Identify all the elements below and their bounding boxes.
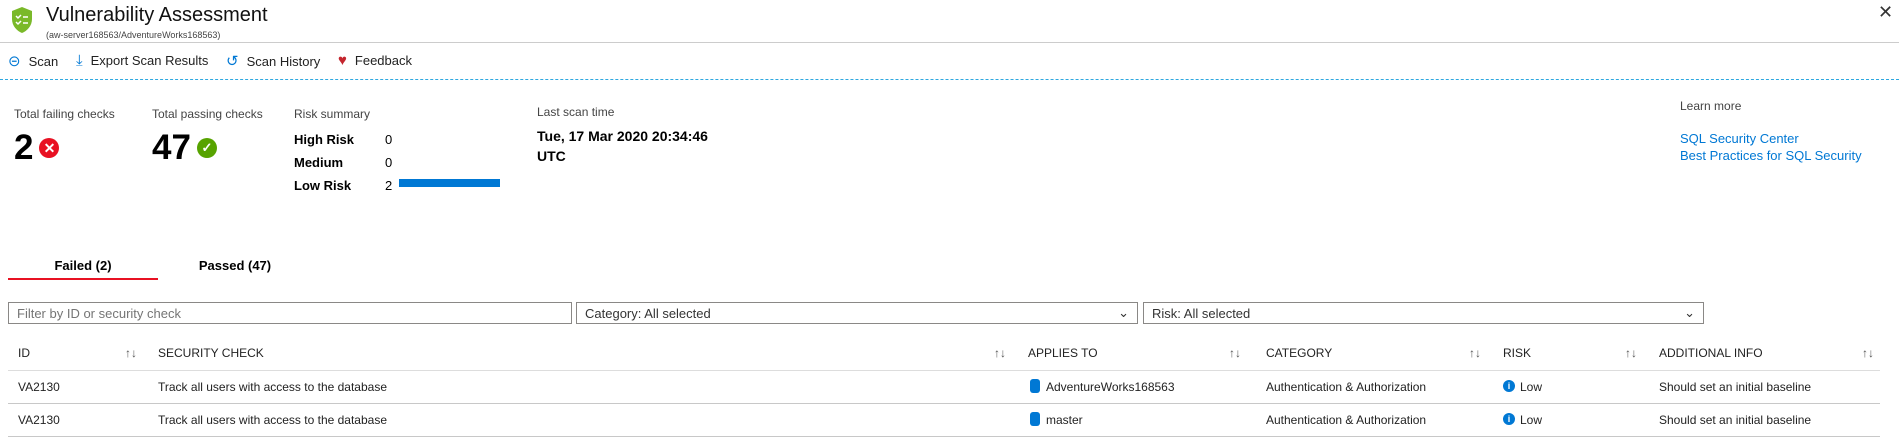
cell-id: VA2130 xyxy=(18,413,60,427)
cell-check: Track all users with access to the datab… xyxy=(158,413,387,427)
tab-failed[interactable]: Failed (2) xyxy=(8,258,158,273)
sort-icon[interactable]: ↑↓ xyxy=(1862,346,1874,360)
cell-risk: Low xyxy=(1520,413,1543,427)
shield-icon xyxy=(10,6,34,37)
risk-high-count: 0 xyxy=(385,132,393,147)
feedback-button[interactable]: ♥ Feedback xyxy=(338,52,412,69)
search-input[interactable] xyxy=(8,302,572,324)
passing-value: 47 xyxy=(152,128,191,167)
scan-icon: ⊝ xyxy=(8,53,21,70)
risk-low-bar xyxy=(399,179,500,187)
export-button[interactable]: ⤓ Export Scan Results xyxy=(76,52,208,69)
info-icon: i xyxy=(1503,380,1515,392)
history-label: Scan History xyxy=(246,53,321,69)
risk-low-label: Low Risk xyxy=(294,178,352,193)
cell-category: Authentication & Authorization xyxy=(1266,413,1427,427)
tab-passed[interactable]: Passed (47) xyxy=(160,258,310,273)
download-icon: ⤓ xyxy=(76,52,83,69)
passing-count: 47 ✓ xyxy=(152,128,217,168)
column-header-security-check[interactable]: SECURITY CHECK xyxy=(158,346,264,360)
best-practices-link[interactable]: Best Practices for SQL Security xyxy=(1680,148,1862,163)
row-divider xyxy=(8,403,1880,404)
column-header-id[interactable]: ID xyxy=(18,346,30,360)
column-header-additional-info[interactable]: ADDITIONAL INFO xyxy=(1659,346,1763,360)
cell-risk: Low xyxy=(1520,380,1543,394)
risk-summary-label: Risk summary xyxy=(294,107,371,121)
column-header-applies-to[interactable]: APPLIES TO xyxy=(1028,346,1098,360)
scan-button[interactable]: ⊝ Scan xyxy=(8,52,58,70)
export-label: Export Scan Results xyxy=(90,53,209,68)
cell-applies: AdventureWorks168563 xyxy=(1046,380,1175,394)
heart-icon: ♥ xyxy=(338,52,347,69)
close-button[interactable]: ✕ xyxy=(1878,2,1893,23)
sort-icon[interactable]: ↑↓ xyxy=(994,346,1006,360)
column-header-risk[interactable]: RISK xyxy=(1503,346,1531,360)
info-icon: i xyxy=(1503,413,1515,425)
failing-value: 2 xyxy=(14,128,34,167)
category-value: Category: All selected xyxy=(585,305,711,321)
error-icon: ✕ xyxy=(39,138,60,158)
check-icon: ✓ xyxy=(196,138,217,158)
sort-icon[interactable]: ↑↓ xyxy=(1625,346,1637,360)
sort-icon[interactable]: ↑↓ xyxy=(1229,346,1241,360)
cell-category: Authentication & Authorization xyxy=(1266,380,1427,394)
cell-id: VA2130 xyxy=(18,380,60,394)
risk-value: Risk: All selected xyxy=(1152,305,1251,321)
scan-label: Scan xyxy=(28,53,59,69)
risk-medium-label: Medium xyxy=(294,155,344,170)
toolbar-divider xyxy=(0,79,1899,80)
resource-path: (aw-server168563/AdventureWorks168563) xyxy=(46,30,221,40)
sort-icon[interactable]: ↑↓ xyxy=(125,346,137,360)
feedback-label: Feedback xyxy=(354,53,412,68)
chevron-down-icon: ⌄ xyxy=(1684,305,1695,320)
cell-check: Track all users with access to the datab… xyxy=(158,380,387,394)
last-scan-time: Tue, 17 Mar 2020 20:34:46 xyxy=(537,128,708,144)
chevron-down-icon: ⌄ xyxy=(1118,305,1129,320)
scan-history-button[interactable]: ↺ Scan History xyxy=(226,52,320,70)
risk-medium-count: 0 xyxy=(385,155,393,170)
category-dropdown[interactable]: Category: All selected ⌄ xyxy=(576,302,1138,324)
risk-high-label: High Risk xyxy=(294,132,354,147)
database-icon xyxy=(1030,379,1040,393)
row-divider xyxy=(8,436,1880,437)
cell-info: Should set an initial baseline xyxy=(1659,380,1812,394)
passing-label: Total passing checks xyxy=(152,107,263,121)
page-title: Vulnerability Assessment xyxy=(46,4,268,26)
failing-count: 2 ✕ xyxy=(14,128,60,168)
failing-label: Total failing checks xyxy=(14,107,115,121)
last-scan-label: Last scan time xyxy=(537,105,615,119)
last-scan-tz: UTC xyxy=(537,148,566,164)
divider xyxy=(0,42,1899,43)
database-icon xyxy=(1030,412,1040,426)
risk-dropdown[interactable]: Risk: All selected ⌄ xyxy=(1143,302,1704,324)
learn-more-label: Learn more xyxy=(1680,99,1742,113)
cell-applies: master xyxy=(1046,413,1083,427)
history-icon: ↺ xyxy=(226,53,239,70)
active-tab-underline xyxy=(8,278,158,280)
column-header-category[interactable]: CATEGORY xyxy=(1266,346,1332,360)
risk-low-count: 2 xyxy=(385,178,393,193)
sort-icon[interactable]: ↑↓ xyxy=(1469,346,1481,360)
row-divider xyxy=(8,370,1880,371)
sql-security-center-link[interactable]: SQL Security Center xyxy=(1680,131,1799,146)
cell-info: Should set an initial baseline xyxy=(1659,413,1812,427)
